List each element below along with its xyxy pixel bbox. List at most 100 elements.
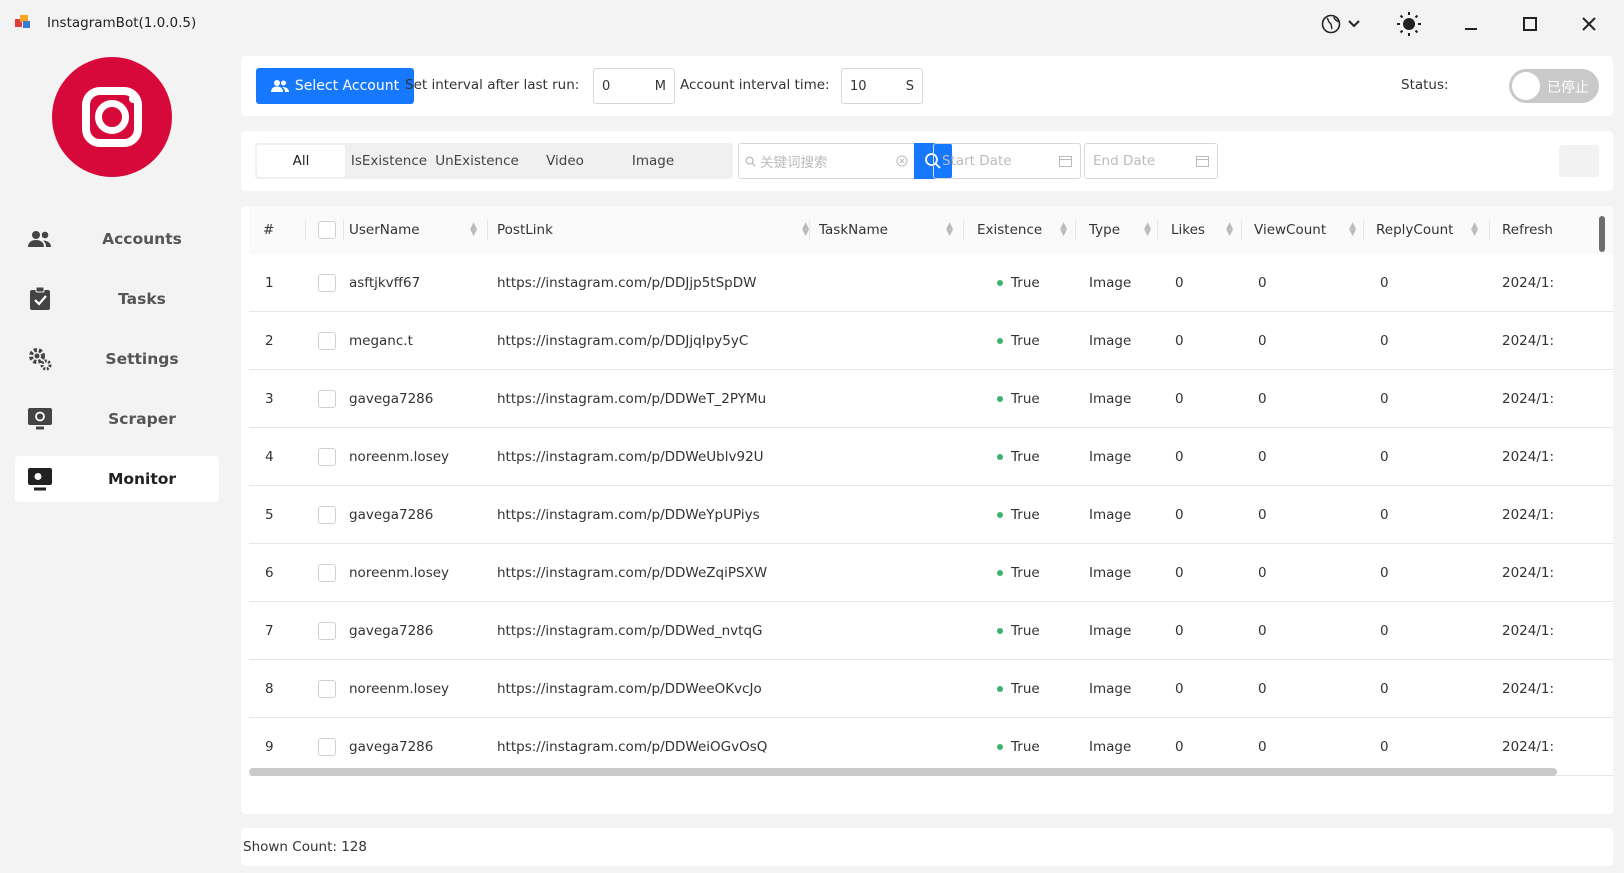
row-postlink[interactable]: https://instagram.com/p/DDJjp5tSpDW: [497, 254, 817, 312]
row-index: 3: [265, 391, 274, 407]
row-viewcount: 0: [1258, 681, 1267, 697]
table-row[interactable]: 2 meganc.t https://instagram.com/p/DDJjq…: [249, 312, 1613, 370]
tab-video[interactable]: Video: [521, 145, 609, 177]
row-viewcount: 0: [1258, 333, 1267, 349]
row-taskname: [819, 428, 961, 486]
extra-button[interactable]: [1559, 145, 1599, 177]
row-username: noreenm.losey: [349, 565, 450, 581]
tab-all[interactable]: All: [257, 145, 345, 177]
sidebar-item-label: Scraper: [108, 410, 176, 428]
horizontal-scrollbar[interactable]: [249, 768, 1557, 776]
row-postlink[interactable]: https://instagram.com/p/DDWeeOKvcJo: [497, 660, 817, 718]
settings-toolbar: Select Account Set interval after last r…: [241, 56, 1613, 116]
row-taskname: [819, 602, 961, 660]
row-refresh: 2024/1:: [1502, 565, 1555, 581]
sidebar-item-tasks[interactable]: Tasks: [15, 276, 219, 322]
column-header-postlink[interactable]: PostLink ▲ ▼: [497, 206, 817, 254]
select-account-button[interactable]: Select Account: [256, 68, 414, 104]
clear-icon: [896, 155, 908, 167]
interval-input[interactable]: 0M: [593, 68, 675, 104]
row-viewcount: 0: [1258, 391, 1267, 407]
row-checkbox[interactable]: [309, 660, 345, 718]
sidebar-item-accounts[interactable]: Accounts: [15, 216, 219, 262]
row-postlink[interactable]: https://instagram.com/p/DDWeYpUPiys: [497, 486, 817, 544]
status-dot-icon: [997, 744, 1003, 750]
column-header-viewcount[interactable]: ViewCount ▲ ▼: [1254, 206, 1364, 254]
column-header-username[interactable]: UserName ▲ ▼: [349, 206, 485, 254]
row-taskname: [819, 312, 961, 370]
row-checkbox[interactable]: [309, 254, 345, 312]
status-dot-icon: [997, 454, 1003, 460]
status-toggle[interactable]: 已停止: [1509, 69, 1599, 103]
row-postlink[interactable]: https://instagram.com/p/DDWed_nvtqG: [497, 602, 817, 660]
tab-isexistence[interactable]: IsExistence: [345, 145, 433, 177]
table-row[interactable]: 7 gavega7286 https://instagram.com/p/DDW…: [249, 602, 1613, 660]
row-postlink[interactable]: https://instagram.com/p/DDWeZqiPSXW: [497, 544, 817, 602]
status-label: Status:: [1401, 77, 1449, 93]
minimize-icon[interactable]: [1456, 10, 1486, 38]
app-icon: [15, 15, 31, 29]
tab-unexistence[interactable]: UnExistence: [433, 145, 521, 177]
table-row[interactable]: 5 gavega7286 https://instagram.com/p/DDW…: [249, 486, 1613, 544]
search-icon: [745, 155, 756, 167]
table-row[interactable]: 4 noreenm.losey https://instagram.com/p/…: [249, 428, 1613, 486]
row-postlink[interactable]: https://instagram.com/p/DDWeUblv92U: [497, 428, 817, 486]
column-header-type[interactable]: Type ▲ ▼: [1089, 206, 1159, 254]
close-icon[interactable]: [1574, 10, 1604, 38]
start-date-picker[interactable]: Start Date: [933, 143, 1081, 179]
sidebar-item-settings[interactable]: Settings: [15, 336, 219, 382]
account-interval-input[interactable]: 10 S: [841, 68, 923, 104]
tab-image[interactable]: Image: [609, 145, 697, 177]
row-username: gavega7286: [349, 623, 434, 639]
column-header-index: #: [263, 222, 275, 238]
row-postlink[interactable]: https://instagram.com/p/DDJjqIpy5yC: [497, 312, 817, 370]
chevron-down-icon[interactable]: [1344, 10, 1364, 38]
row-replycount: 0: [1380, 681, 1389, 697]
end-date-picker[interactable]: End Date: [1084, 143, 1218, 179]
row-index: 6: [265, 565, 274, 581]
sidebar-item-scraper[interactable]: Scraper: [15, 396, 219, 442]
row-type: Image: [1089, 507, 1132, 523]
language-globe-icon[interactable]: [1316, 10, 1346, 38]
table-row[interactable]: 6 noreenm.losey https://instagram.com/p/…: [249, 544, 1613, 602]
vertical-scrollbar[interactable]: [1599, 216, 1605, 252]
maximize-icon[interactable]: [1515, 10, 1545, 38]
column-header-replycount[interactable]: ReplyCount ▲ ▼: [1376, 206, 1486, 254]
sidebar-item-monitor[interactable]: Monitor: [15, 456, 219, 502]
row-replycount: 0: [1380, 391, 1389, 407]
table-row[interactable]: 8 noreenm.losey https://instagram.com/p/…: [249, 660, 1613, 718]
sidebar-item-label: Monitor: [107, 470, 177, 488]
column-header-existence[interactable]: Existence ▲ ▼: [977, 206, 1075, 254]
row-postlink[interactable]: https://instagram.com/p/DDWeT_2PYMu: [497, 370, 817, 428]
search-input[interactable]: 关键词搜索: [738, 143, 914, 179]
row-checkbox[interactable]: [309, 602, 345, 660]
scraper-icon: [25, 405, 55, 433]
row-taskname: [819, 660, 961, 718]
row-likes: 0: [1175, 623, 1184, 639]
row-checkbox[interactable]: [309, 428, 345, 486]
row-viewcount: 0: [1258, 623, 1267, 639]
table-row[interactable]: 3 gavega7286 https://instagram.com/p/DDW…: [249, 370, 1613, 428]
row-checkbox[interactable]: [309, 370, 345, 428]
title-bar: InstagramBot(1.0.0.5): [0, 0, 1624, 48]
shown-count: Shown Count: 128: [243, 839, 367, 855]
row-refresh: 2024/1:: [1502, 449, 1555, 465]
column-header-taskname[interactable]: TaskName ▲ ▼: [819, 206, 961, 254]
row-checkbox[interactable]: [309, 312, 345, 370]
sort-icon: ▲ ▼: [1144, 221, 1151, 238]
theme-sun-icon[interactable]: [1394, 10, 1424, 38]
row-likes: 0: [1175, 449, 1184, 465]
row-existence: True: [997, 660, 1077, 718]
row-viewcount: 0: [1258, 449, 1267, 465]
row-checkbox[interactable]: [309, 544, 345, 602]
row-checkbox[interactable]: [309, 486, 345, 544]
select-all-checkbox[interactable]: [309, 206, 345, 254]
column-header-likes[interactable]: Likes ▲ ▼: [1171, 206, 1241, 254]
sidebar-item-label: Tasks: [118, 290, 166, 308]
row-taskname: [819, 370, 961, 428]
table-row[interactable]: 1 asftjkvff67 https://instagram.com/p/DD…: [249, 254, 1613, 312]
sort-icon: ▲ ▼: [470, 221, 477, 238]
status-dot-icon: [997, 396, 1003, 402]
sort-icon: ▲ ▼: [1060, 221, 1067, 238]
column-header-refresh[interactable]: Refresh: [1502, 206, 1562, 254]
